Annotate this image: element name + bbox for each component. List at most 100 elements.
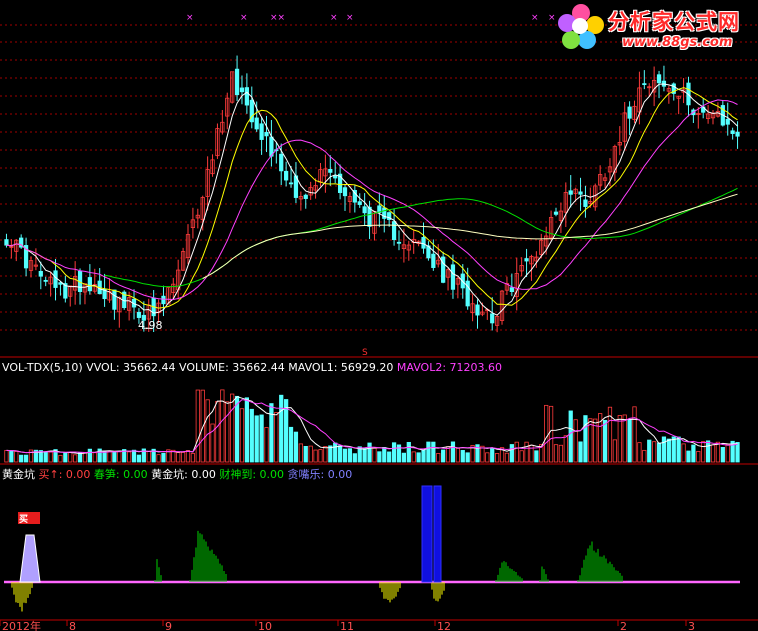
volume-bar-106 [524, 441, 529, 463]
volume-bar-85 [421, 449, 426, 463]
volume-bar-118 [583, 415, 588, 463]
volume-bar-87 [431, 441, 436, 463]
volume-bar-71 [352, 453, 357, 463]
volume-bar-75 [372, 447, 377, 463]
candle-body-80 [396, 241, 402, 244]
candle-body-8 [43, 279, 48, 282]
candle-body-22 [112, 289, 117, 310]
volume-bar-0 [4, 449, 9, 463]
chart-canvas[interactable]: 4.98S××××××××买买2012年8910111223 [0, 0, 758, 631]
volume-bar-143 [705, 440, 711, 463]
volume-bar-32 [161, 452, 166, 463]
volume-bar-35 [176, 452, 181, 463]
candle-body-57 [284, 170, 289, 181]
volume-bar-147 [725, 443, 730, 463]
volume-bar-43 [215, 401, 220, 463]
candle-body-130 [642, 83, 647, 86]
logo-title: 分析家公式网 [608, 10, 740, 34]
candle-body-79 [391, 221, 397, 240]
volume-bar-92 [455, 447, 460, 463]
x-axis-label-1: 8 [69, 620, 76, 631]
volume-bar-145 [715, 441, 721, 463]
volume-bar-39 [195, 389, 200, 463]
volume-bar-17 [87, 448, 92, 463]
volume-bar-134 [661, 436, 667, 463]
volume-bar-13 [68, 452, 73, 463]
indicator-legend-item-1: 买 [35, 468, 50, 481]
volume-bar-70 [347, 448, 353, 463]
volume-bar-82 [406, 441, 411, 463]
volume-bar-132 [652, 441, 657, 463]
candle-body-48 [239, 87, 245, 93]
candle-body-54 [269, 136, 274, 157]
volume-bar-55 [274, 412, 279, 463]
candle-body-27 [136, 311, 142, 318]
volume-bar-26 [131, 449, 137, 463]
volume-bar-84 [416, 452, 421, 463]
candle-body-117 [578, 191, 583, 195]
volume-bar-36 [180, 452, 186, 463]
volume-bar-113 [558, 444, 564, 463]
volume-bar-29 [146, 451, 151, 463]
volume-bar-54 [269, 403, 274, 463]
ma5-line [6, 83, 738, 316]
candle-body-74 [367, 206, 372, 227]
volume-bar-52 [259, 414, 264, 463]
volume-bar-22 [112, 451, 117, 463]
x-axis-label-4: 11 [340, 620, 354, 631]
candle-body-127 [627, 106, 632, 119]
top-marker-3: × [330, 13, 338, 23]
volume-bar-48 [239, 408, 245, 463]
ma120-line [202, 193, 738, 279]
candle-body-32 [161, 295, 166, 305]
volume-bar-14 [73, 454, 78, 463]
logo-url: www.88gs.com [622, 35, 733, 50]
candle-body-51 [254, 117, 259, 130]
volume-bar-1 [9, 450, 14, 463]
volume-bar-125 [617, 415, 622, 463]
candle-body-99 [490, 313, 495, 324]
volume-bar-103 [509, 444, 514, 463]
volume-bar-86 [426, 441, 431, 463]
volume-bar-62 [308, 445, 313, 463]
volume-bar-105 [519, 450, 524, 463]
volume-bar-99 [490, 448, 495, 463]
volume-bar-56 [279, 394, 284, 463]
candle-body-53 [264, 132, 269, 137]
candle-body-10 [53, 270, 58, 288]
volume-bar-89 [441, 449, 446, 463]
volume-bar-81 [401, 452, 407, 463]
volume-bar-21 [107, 451, 112, 463]
candle-body-58 [288, 182, 294, 185]
candle-body-72 [357, 201, 362, 205]
volume-bar-122 [602, 419, 608, 463]
volume-bar-98 [485, 452, 490, 463]
volume-bar-53 [264, 427, 269, 463]
volume-bar-130 [642, 449, 647, 463]
volume-bar-41 [205, 399, 210, 463]
volume-bar-64 [318, 449, 323, 463]
signal-s-marker: S [362, 348, 368, 358]
candle-body-85 [421, 237, 426, 249]
volume-bar-111 [548, 405, 554, 463]
volume-bar-141 [696, 451, 701, 463]
volume-bar-27 [136, 454, 142, 463]
low-price-label: 4.98 [138, 319, 163, 332]
indicator-legend-item-3: : 0.00 [58, 468, 91, 481]
candle-body-106 [524, 258, 529, 262]
x-axis-label-2: 9 [165, 620, 172, 631]
candle-body-0 [4, 239, 9, 246]
candle-body-52 [259, 123, 264, 140]
volume-bar-129 [637, 442, 642, 463]
volume-bar-77 [382, 447, 387, 463]
top-marker-2: ×× [270, 13, 285, 23]
volume-bar-46 [230, 393, 235, 463]
volume-bar-9 [48, 451, 53, 463]
volume-bar-139 [686, 450, 691, 463]
volume-bar-66 [328, 445, 333, 463]
candle-body-66 [328, 169, 333, 173]
indicator-legend-item-2: ↑ [49, 468, 59, 481]
volume-bar-135 [666, 438, 671, 463]
volume-legend-item-4: MAVOL2: 71203.60 [393, 361, 503, 374]
x-axis-label-0: 2012年 [2, 619, 41, 631]
